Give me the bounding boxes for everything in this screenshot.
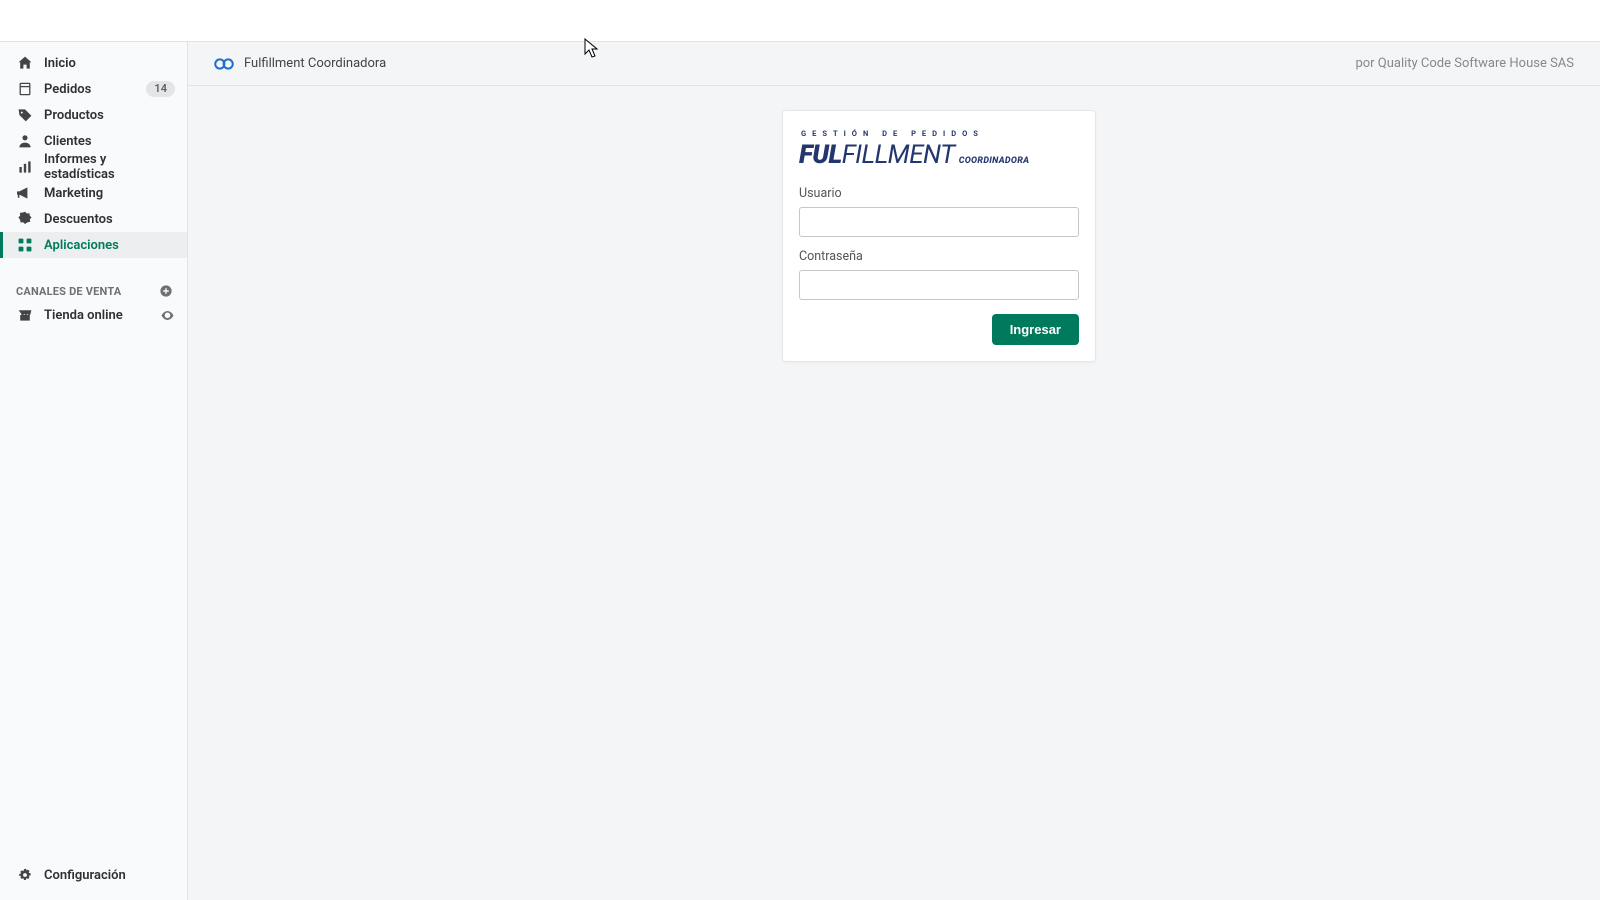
top-bar <box>0 0 1600 42</box>
login-button[interactable]: Ingresar <box>992 314 1079 345</box>
password-label: Contraseña <box>799 249 1079 264</box>
apps-icon <box>16 236 34 254</box>
sidebar-item-clientes[interactable]: Clientes <box>0 128 187 154</box>
sidebar-item-label: Inicio <box>44 56 175 71</box>
sidebar-item-label: Configuración <box>44 868 126 883</box>
sidebar-item-label: Pedidos <box>44 82 146 97</box>
view-store-button[interactable] <box>159 307 175 323</box>
channels-section-label: CANALES DE VENTA <box>16 285 157 298</box>
user-label: Usuario <box>799 186 1079 201</box>
sidebar-item-marketing[interactable]: Marketing <box>0 180 187 206</box>
app-logo-icon <box>214 57 234 71</box>
sidebar-item-label: Descuentos <box>44 212 175 227</box>
sidebar-item-inicio[interactable]: Inicio <box>0 50 187 76</box>
sidebar-item-label: Productos <box>44 108 175 123</box>
app-header: Fulfillment Coordinadora por Quality Cod… <box>188 42 1600 86</box>
sidebar-item-label: Informes y estadísticas <box>44 152 175 182</box>
app-title: Fulfillment Coordinadora <box>244 56 386 71</box>
channels-section-header: CANALES DE VENTA <box>0 280 187 302</box>
channel-item-label: Tienda online <box>44 308 159 323</box>
megaphone-icon <box>16 184 34 202</box>
channel-item-tienda-online[interactable]: Tienda online <box>0 302 187 328</box>
app-author: por Quality Code Software House SAS <box>1355 56 1574 71</box>
logo-text-light: FILLMENT <box>842 140 955 170</box>
gear-icon <box>16 866 34 884</box>
logo-brand: COORDINADORA <box>959 156 1030 166</box>
sidebar-item-aplicaciones[interactable]: Aplicaciones <box>0 232 187 258</box>
sidebar-item-label: Marketing <box>44 186 175 201</box>
orders-badge: 14 <box>146 81 175 97</box>
person-icon <box>16 132 34 150</box>
login-panel: GESTIÓN DE PEDIDOS FULFILLMENT COORDINAD… <box>782 110 1096 362</box>
logo-text-bold: FUL <box>799 140 842 170</box>
sidebar: Inicio Pedidos 14 Productos <box>0 42 188 900</box>
analytics-icon <box>16 158 34 176</box>
password-input[interactable] <box>799 270 1079 300</box>
sidebar-item-descuentos[interactable]: Descuentos <box>0 206 187 232</box>
home-icon <box>16 54 34 72</box>
sidebar-item-productos[interactable]: Productos <box>0 102 187 128</box>
sidebar-item-label: Aplicaciones <box>44 238 175 253</box>
sidebar-item-configuracion[interactable]: Configuración <box>0 860 187 890</box>
orders-icon <box>16 80 34 98</box>
sidebar-item-label: Clientes <box>44 134 175 149</box>
discount-icon <box>16 210 34 228</box>
main-area: Fulfillment Coordinadora por Quality Cod… <box>188 42 1600 900</box>
tag-icon <box>16 106 34 124</box>
panel-logo: GESTIÓN DE PEDIDOS FULFILLMENT COORDINAD… <box>799 129 1079 170</box>
sidebar-item-informes[interactable]: Informes y estadísticas <box>0 154 187 180</box>
sidebar-item-pedidos[interactable]: Pedidos 14 <box>0 76 187 102</box>
add-channel-button[interactable] <box>157 282 175 300</box>
logo-kicker: GESTIÓN DE PEDIDOS <box>801 129 1079 138</box>
store-icon <box>16 306 34 324</box>
user-input[interactable] <box>799 207 1079 237</box>
